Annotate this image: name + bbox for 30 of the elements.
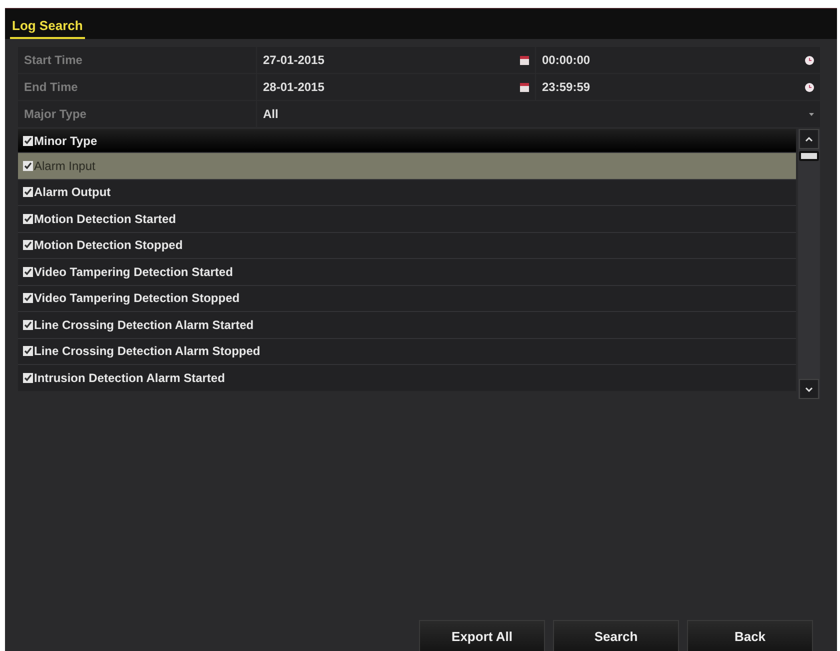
- field-label: Major Type: [18, 101, 256, 127]
- list-item[interactable]: Alarm Output: [18, 178, 796, 205]
- item-label: Line Crossing Detection Alarm Stopped: [34, 344, 260, 358]
- item-label: Line Crossing Detection Alarm Started: [34, 318, 254, 332]
- list-item[interactable]: Motion Detection Stopped: [18, 232, 796, 258]
- list-item[interactable]: Motion Detection Started: [18, 205, 796, 232]
- item-label: Motion Detection Started: [34, 212, 176, 226]
- list-item[interactable]: Intrusion Detection Alarm Started: [18, 364, 796, 390]
- field-label: Start Time: [18, 47, 256, 73]
- item-label: Alarm Input: [34, 158, 96, 173]
- list-item[interactable]: Video Tampering Detection Started: [18, 258, 796, 284]
- time-field[interactable]: 00:00:00: [536, 47, 820, 73]
- item-label: Alarm Output: [34, 185, 111, 200]
- item-label: Intrusion Detection Alarm Started: [34, 370, 225, 385]
- item-label: Video Tampering Detection Stopped: [34, 291, 240, 306]
- item-label: Motion Detection Stopped: [34, 238, 183, 252]
- list-item[interactable]: Video Tampering Detection Stopped: [18, 284, 796, 311]
- tab[interactable]: Log Search: [10, 18, 85, 39]
- time-field[interactable]: 23:59:59: [536, 74, 820, 100]
- field-label: End Time: [18, 74, 256, 100]
- action-button[interactable]: Back: [687, 620, 813, 651]
- item-label: Video Tampering Detection Started: [34, 264, 233, 279]
- action-button[interactable]: Export All: [419, 620, 545, 651]
- list-item[interactable]: Line Crossing Detection Alarm Started: [18, 311, 796, 338]
- list-item[interactable]: Line Crossing Detection Alarm Stopped: [18, 338, 796, 364]
- date-field[interactable]: 28-01-2015: [257, 74, 535, 100]
- date-field[interactable]: 27-01-2015: [257, 47, 535, 73]
- header-label: Minor Type: [34, 134, 98, 148]
- dropdown-field[interactable]: All: [257, 101, 820, 127]
- action-button[interactable]: Search: [553, 620, 679, 651]
